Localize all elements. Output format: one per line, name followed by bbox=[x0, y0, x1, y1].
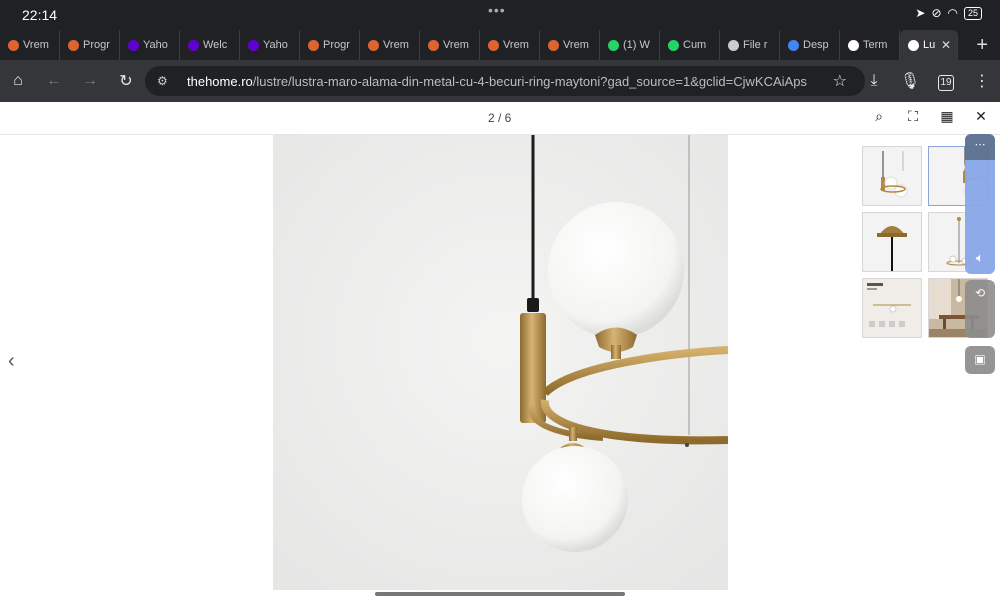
tab-label: Vrem bbox=[23, 39, 49, 51]
do-not-disturb-icon: ⊘ bbox=[931, 6, 942, 20]
tab-favicon-icon bbox=[68, 39, 79, 51]
tab-favicon-icon bbox=[428, 39, 439, 51]
thumbnail-5[interactable] bbox=[862, 278, 922, 338]
tab-1[interactable]: Vrem bbox=[0, 30, 60, 60]
fullscreen-icon[interactable]: ⛶ bbox=[902, 108, 924, 125]
grid-view-icon[interactable]: ▦ bbox=[936, 108, 958, 125]
chandelier-illustration bbox=[273, 135, 728, 590]
product-image[interactable] bbox=[273, 135, 728, 590]
tab-14[interactable]: Desp bbox=[780, 30, 840, 60]
tab-favicon-icon bbox=[848, 39, 859, 51]
microphone-icon[interactable]: 🎙︎ bbox=[892, 71, 928, 91]
tab-4[interactable]: Welc bbox=[180, 30, 240, 60]
wifi-icon: ◠ bbox=[947, 6, 958, 20]
tab-switcher-button[interactable]: 19 bbox=[928, 72, 964, 91]
back-icon[interactable]: ← bbox=[36, 72, 72, 90]
tab-label: Vrem bbox=[443, 39, 469, 51]
gallery-header: 2 / 6 ⌕ ⛶ ▦ ✕ bbox=[0, 102, 1000, 135]
battery-icon: 25 bbox=[963, 6, 982, 20]
home-icon[interactable]: ⌂ bbox=[0, 72, 36, 90]
location-icon: ➤ bbox=[915, 6, 926, 20]
tab-favicon-icon bbox=[728, 39, 739, 51]
tab-count: 19 bbox=[938, 74, 954, 91]
download-icon[interactable]: ⤓ bbox=[856, 72, 892, 90]
tab-favicon-icon bbox=[788, 39, 799, 51]
url-path: /lustre/lustra-maro-alama-din-metal-cu-4… bbox=[252, 73, 807, 89]
address-bar[interactable]: ⚙ thehome.ro/lustre/lustra-maro-alama-di… bbox=[145, 66, 865, 96]
tab-favicon-icon bbox=[308, 39, 319, 51]
volume-icon[interactable]: 🔈︎ bbox=[965, 250, 995, 266]
thumbnail-1[interactable] bbox=[862, 146, 922, 206]
chevron-left-icon[interactable]: ‹ bbox=[8, 350, 15, 373]
thumbnail-3[interactable] bbox=[862, 212, 922, 272]
tab-close-icon[interactable]: ✕ bbox=[941, 38, 951, 52]
panel-handle-icon[interactable]: ⋯ bbox=[965, 134, 995, 160]
tab-5[interactable]: Yaho bbox=[240, 30, 300, 60]
url-host: thehome.ro bbox=[187, 73, 253, 89]
tab-favicon-icon bbox=[128, 39, 139, 51]
screenshot-icon[interactable]: ▣ bbox=[965, 346, 995, 374]
tab-label: Term bbox=[863, 39, 888, 51]
tab-label: Vrem bbox=[503, 39, 529, 51]
tab-favicon-icon bbox=[668, 39, 679, 51]
close-icon[interactable]: ✕ bbox=[970, 108, 992, 125]
zoom-search-icon[interactable]: ⌕ bbox=[868, 108, 890, 125]
tab-label: Desp bbox=[803, 39, 829, 51]
gallery-actions: ⌕ ⛶ ▦ ✕ bbox=[868, 108, 992, 125]
url-text[interactable]: thehome.ro/lustre/lustra-maro-alama-din-… bbox=[187, 74, 807, 89]
tab-favicon-icon bbox=[188, 39, 199, 51]
status-icons: ➤ ⊘ ◠ 25 bbox=[915, 6, 982, 20]
multitasking-dots-icon[interactable]: ••• bbox=[488, 2, 506, 18]
tab-label: Progr bbox=[83, 39, 110, 51]
status-bar: 22:14 ••• ➤ ⊘ ◠ 25 bbox=[0, 0, 1000, 30]
tab-15[interactable]: Term bbox=[840, 30, 900, 60]
tab-9[interactable]: Vrem bbox=[480, 30, 540, 60]
tab-label: File r bbox=[743, 39, 768, 51]
tab-16[interactable]: Lu ✕ bbox=[900, 30, 958, 60]
tab-label: Vrem bbox=[383, 39, 409, 51]
new-tab-button[interactable]: + bbox=[976, 34, 988, 57]
tab-3[interactable]: Yaho bbox=[120, 30, 180, 60]
tab-favicon-icon bbox=[548, 39, 559, 51]
tab-13[interactable]: File r bbox=[720, 30, 780, 60]
tab-label: (1) W bbox=[623, 39, 650, 51]
tab-favicon-icon bbox=[368, 39, 379, 51]
screen-rotate-icon[interactable]: ⟲ bbox=[965, 280, 995, 338]
tab-label: Progr bbox=[323, 39, 350, 51]
tab-2[interactable]: Progr bbox=[60, 30, 120, 60]
tab-6[interactable]: Progr bbox=[300, 30, 360, 60]
tab-11[interactable]: (1) W bbox=[600, 30, 660, 60]
tab-favicon-icon bbox=[488, 39, 499, 51]
tab-favicon-icon bbox=[248, 39, 259, 51]
tab-label: Cum bbox=[683, 39, 707, 51]
reload-icon[interactable]: ↻ bbox=[108, 71, 144, 91]
image-counter: 2 / 6 bbox=[488, 111, 512, 125]
toolbar-right: ⤓ 🎙︎ 19 ⋮ bbox=[856, 60, 1000, 102]
site-settings-icon[interactable]: ⚙ bbox=[157, 74, 177, 88]
tab-favicon-icon bbox=[8, 39, 19, 51]
tab-12[interactable]: Cum bbox=[660, 30, 720, 60]
tab-label: Yaho bbox=[143, 39, 168, 51]
bookmark-star-icon[interactable]: ☆ bbox=[833, 71, 847, 91]
forward-icon[interactable]: → bbox=[72, 72, 108, 90]
tab-favicon-icon bbox=[908, 39, 919, 51]
tab-strip: Vrem Progr Yaho Welc Yaho Progr Vrem Vrem Vrem Vr… bbox=[0, 30, 1000, 60]
status-time: 22:14 bbox=[22, 7, 58, 23]
side-floating-panel[interactable]: ⋯ 🔈︎ bbox=[965, 134, 995, 274]
overflow-menu-icon[interactable]: ⋮ bbox=[964, 71, 1000, 91]
tab-7[interactable]: Vrem bbox=[360, 30, 420, 60]
home-indicator[interactable] bbox=[375, 592, 625, 596]
tab-label: Vrem bbox=[563, 39, 589, 51]
tab-label: Welc bbox=[203, 39, 228, 51]
tab-8[interactable]: Vrem bbox=[420, 30, 480, 60]
tab-label: Yaho bbox=[263, 39, 288, 51]
tab-favicon-icon bbox=[608, 39, 619, 51]
tab-10[interactable]: Vrem bbox=[540, 30, 600, 60]
tab-label: Lu bbox=[923, 39, 936, 51]
